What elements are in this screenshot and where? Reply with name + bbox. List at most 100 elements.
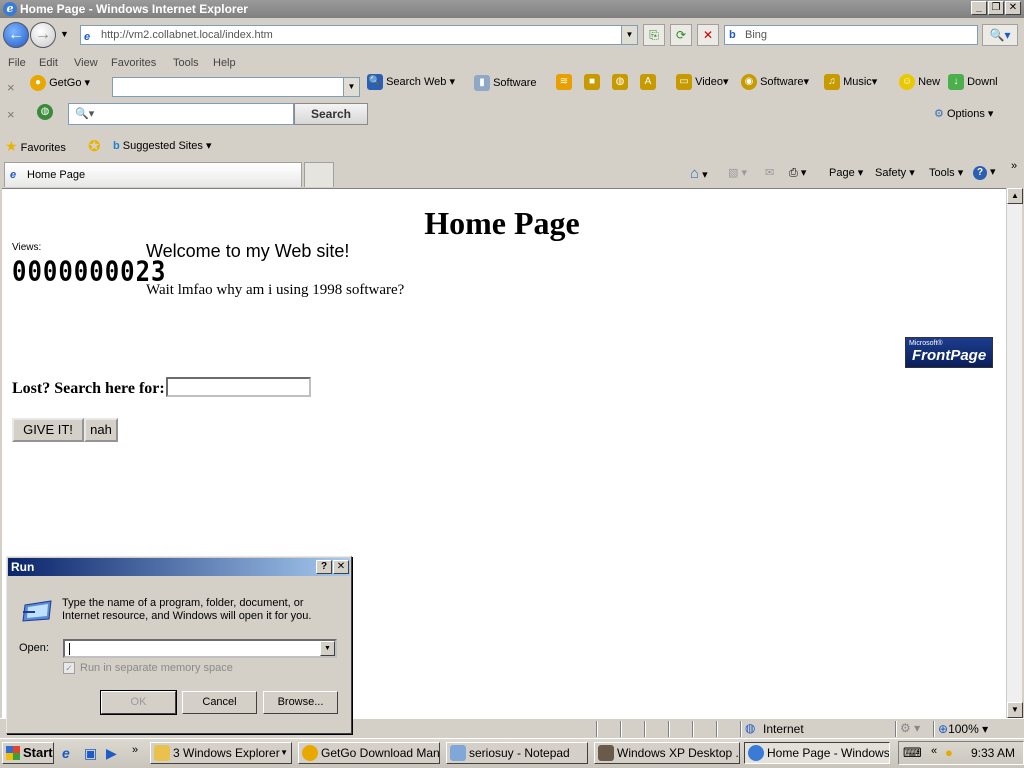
quicklaunch-more-icon[interactable]: » bbox=[132, 744, 138, 756]
getgo-button[interactable]: ● GetGo ▾ bbox=[30, 75, 90, 91]
run-icon bbox=[22, 600, 52, 622]
add-favorites-button[interactable]: ✪ bbox=[88, 137, 101, 155]
search-web-button[interactable]: 🔍 Search Web ▾ bbox=[367, 74, 455, 90]
bing-small-icon: b bbox=[113, 140, 120, 152]
toolbar-search-button[interactable]: Search bbox=[294, 103, 368, 125]
menu-file[interactable]: File bbox=[8, 57, 26, 69]
software-button[interactable]: ▮ Software bbox=[474, 75, 536, 91]
new-button[interactable]: ☺ New bbox=[899, 74, 940, 90]
chevron-more-icon[interactable]: » bbox=[1011, 160, 1017, 172]
refresh-icon[interactable]: ⟳ bbox=[670, 24, 692, 46]
start-button[interactable]: Start bbox=[2, 742, 54, 764]
globe2-button[interactable]: ◍ bbox=[37, 104, 53, 120]
tab-ie-icon: e bbox=[10, 169, 17, 181]
new-tab-button[interactable] bbox=[304, 162, 334, 187]
toolbar2-close-icon[interactable]: × bbox=[7, 107, 15, 122]
translate-icon: A bbox=[640, 74, 656, 90]
compatibility-view-icon[interactable]: ⎘ bbox=[643, 24, 665, 46]
close-button[interactable]: ✕ bbox=[1005, 1, 1021, 15]
globe-icon: ◍ bbox=[612, 74, 628, 90]
browse-button[interactable]: Browse... bbox=[263, 691, 338, 714]
address-dropdown-icon[interactable]: ▼ bbox=[621, 26, 637, 44]
protected-mode-icon[interactable]: ⚙ ▾ bbox=[900, 721, 920, 735]
task-xp-desktop[interactable]: Windows XP Desktop ... bbox=[594, 742, 740, 764]
run-title: Run bbox=[11, 560, 35, 574]
task-home-page[interactable]: Home Page - Windows... bbox=[744, 742, 890, 764]
toolbar-search-input[interactable]: 🔍▾ bbox=[68, 103, 294, 125]
clock[interactable]: 9:33 AM bbox=[971, 746, 1015, 760]
suggested-sites-button[interactable]: b Suggested Sites ▾ bbox=[113, 139, 212, 152]
ok-button[interactable]: OK bbox=[100, 690, 177, 715]
open-input[interactable]: ▼ bbox=[63, 639, 337, 658]
tray-expand-icon[interactable]: « bbox=[931, 745, 937, 757]
help-button[interactable]: ? ▾ bbox=[973, 165, 996, 180]
menu-edit[interactable]: Edit bbox=[39, 57, 58, 69]
quicklaunch-ie-icon[interactable]: e bbox=[62, 745, 70, 761]
menu-tools[interactable]: Tools bbox=[173, 57, 199, 69]
media-button[interactable]: ■ bbox=[584, 74, 600, 90]
feeds-button[interactable]: ▧ ▾ bbox=[728, 166, 747, 179]
zoom-control[interactable]: ⊕100% ▾ bbox=[938, 722, 988, 736]
translate-button[interactable]: A bbox=[640, 74, 656, 90]
favorites-button[interactable]: ★ Favorites bbox=[5, 138, 66, 155]
vertical-scrollbar[interactable]: ▲ ▼ bbox=[1006, 188, 1023, 718]
software2-button[interactable]: ◉ Software▾ bbox=[741, 74, 809, 90]
address-bar[interactable]: e http://vm2.collabnet.local/index.htm ▼ bbox=[80, 25, 638, 45]
open-dropdown-icon[interactable]: ▼ bbox=[320, 641, 335, 656]
quicklaunch-desktop-icon[interactable]: ▣ bbox=[84, 745, 97, 762]
menu-favorites[interactable]: Favorites bbox=[111, 57, 156, 69]
download-button[interactable]: ↓ Downl bbox=[948, 74, 998, 90]
toolbar-close-icon[interactable]: × bbox=[7, 80, 15, 95]
home-button[interactable]: ⌂ ▾ bbox=[690, 165, 708, 182]
site-search-input[interactable] bbox=[166, 377, 311, 397]
page-menu[interactable]: Page ▾ bbox=[829, 166, 863, 179]
window-titlebar[interactable]: e Home Page - Windows Internet Explorer … bbox=[0, 0, 1024, 18]
feed-icon: ▧ bbox=[728, 167, 739, 179]
music-button[interactable]: ♫ Music▾ bbox=[824, 74, 877, 90]
getgo-search-combo[interactable]: ▼ bbox=[112, 77, 360, 97]
folder-icon bbox=[154, 745, 170, 761]
maximize-button[interactable]: ❐ bbox=[988, 1, 1004, 15]
video-button[interactable]: ▭ Video▾ bbox=[676, 74, 729, 90]
stop-icon[interactable]: ✕ bbox=[697, 24, 719, 46]
rss-button[interactable]: ≋ bbox=[556, 74, 572, 90]
scroll-down-icon[interactable]: ▼ bbox=[1007, 702, 1023, 718]
scroll-up-icon[interactable]: ▲ bbox=[1007, 188, 1023, 204]
keyboard-icon[interactable]: ⌨ bbox=[903, 745, 922, 761]
task-notepad[interactable]: seriosuy - Notepad bbox=[446, 742, 588, 764]
tools-menu[interactable]: Tools ▾ bbox=[929, 166, 963, 179]
windows-flag-icon bbox=[6, 746, 20, 760]
separate-memory-checkbox[interactable]: ✓ bbox=[63, 662, 75, 674]
quicklaunch-media-icon[interactable]: ▶ bbox=[106, 745, 117, 762]
address-text: http://vm2.collabnet.local/index.htm bbox=[101, 29, 273, 41]
search-go-icon[interactable]: 🔍▾ bbox=[982, 24, 1018, 46]
menu-help[interactable]: Help bbox=[213, 57, 236, 69]
welcome-heading: Welcome to my Web site! bbox=[146, 241, 350, 261]
task-getgo[interactable]: GetGo Download Man... bbox=[298, 742, 440, 764]
minimize-button[interactable]: _ bbox=[971, 1, 987, 15]
tab-home-page[interactable]: e Home Page bbox=[4, 162, 302, 187]
forward-button[interactable]: → bbox=[30, 22, 56, 48]
back-button[interactable]: ← bbox=[3, 22, 29, 48]
give-it-button[interactable]: GIVE IT! bbox=[12, 418, 84, 442]
menu-view[interactable]: View bbox=[74, 57, 98, 69]
task-windows-explorer[interactable]: 3 Windows Explorer ▼ bbox=[150, 742, 292, 764]
options-button[interactable]: ⚙ Options ▾ bbox=[934, 107, 993, 120]
mail-button[interactable]: ✉ bbox=[765, 166, 774, 179]
frontpage-badge[interactable]: Microsoft® FrontPage bbox=[905, 337, 993, 368]
camera-icon: ■ bbox=[584, 74, 600, 90]
print-button[interactable]: ⎙ ▾ bbox=[789, 166, 806, 180]
run-help-button[interactable]: ? bbox=[316, 560, 332, 574]
tray-getgo-icon[interactable]: ● bbox=[945, 745, 953, 760]
run-close-button[interactable]: ✕ bbox=[333, 560, 349, 574]
combo-dropdown-icon[interactable]: ▼ bbox=[343, 78, 359, 96]
safety-menu[interactable]: Safety ▾ bbox=[875, 166, 915, 179]
nah-button[interactable]: nah bbox=[84, 418, 118, 442]
search-input[interactable]: b Bing bbox=[724, 25, 978, 45]
text-caret bbox=[69, 643, 70, 655]
cancel-button[interactable]: Cancel bbox=[182, 691, 257, 714]
download-arrow-icon: ↓ bbox=[948, 74, 964, 90]
run-titlebar[interactable]: Run ? ✕ bbox=[8, 558, 350, 576]
recent-pages-dropdown-icon[interactable]: ▼ bbox=[60, 29, 69, 39]
globe-button[interactable]: ◍ bbox=[612, 74, 628, 90]
